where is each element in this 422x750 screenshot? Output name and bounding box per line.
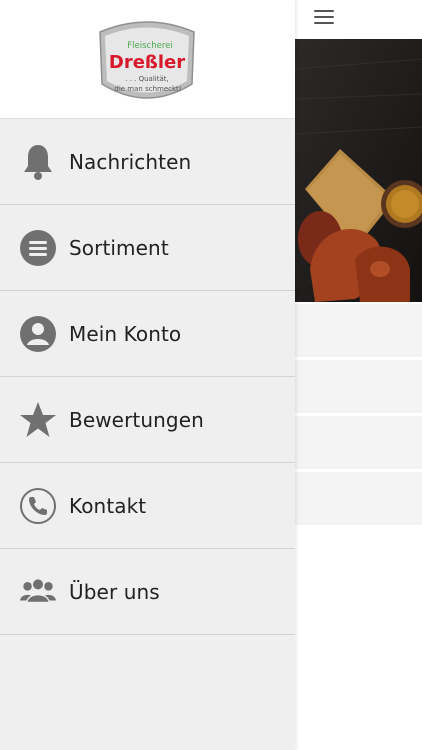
- list-row[interactable]: [295, 472, 422, 525]
- menu-item-ueber-uns[interactable]: Über uns: [0, 549, 295, 635]
- list-row[interactable]: [295, 304, 422, 357]
- drawer-header: Fleischerei Dreßler . . . Qualität, die …: [0, 0, 295, 119]
- menu-item-bewertungen[interactable]: Bewertungen: [0, 377, 295, 463]
- phone-icon: [19, 487, 57, 525]
- list-row[interactable]: [295, 416, 422, 469]
- menu-item-nachrichten[interactable]: Nachrichten: [0, 119, 295, 205]
- menu-label: Kontakt: [69, 493, 147, 518]
- brand-tagline-1: . . . Qualität,: [125, 75, 168, 83]
- menu-item-mein-konto[interactable]: Mein Konto: [0, 291, 295, 377]
- menu-label: Mein Konto: [69, 321, 182, 346]
- brand-name: Dreßler: [109, 52, 185, 73]
- list-row[interactable]: [295, 360, 422, 413]
- brand-logo[interactable]: Fleischerei Dreßler . . . Qualität, die …: [92, 14, 202, 108]
- menu-label: Über uns: [69, 579, 160, 604]
- menu-label: Nachrichten: [69, 149, 192, 174]
- hero-image: [295, 39, 422, 302]
- menu-label: Sortiment: [69, 235, 169, 260]
- group-icon: [19, 573, 57, 611]
- bell-icon: [19, 143, 57, 181]
- main-content: [295, 0, 422, 750]
- brand-line1: Fleischerei: [127, 41, 172, 51]
- menu-item-kontakt[interactable]: Kontakt: [0, 463, 295, 549]
- menu-hamburger-icon[interactable]: [314, 10, 334, 24]
- menu-label: Bewertungen: [69, 407, 204, 432]
- user-icon: [19, 315, 57, 353]
- menu-item-sortiment[interactable]: Sortiment: [0, 205, 295, 291]
- list-icon: [19, 229, 57, 267]
- brand-tagline-2: die man schmeckt!: [114, 85, 181, 93]
- navigation-drawer: Fleischerei Dreßler . . . Qualität, die …: [0, 0, 295, 750]
- star-icon: [19, 401, 57, 439]
